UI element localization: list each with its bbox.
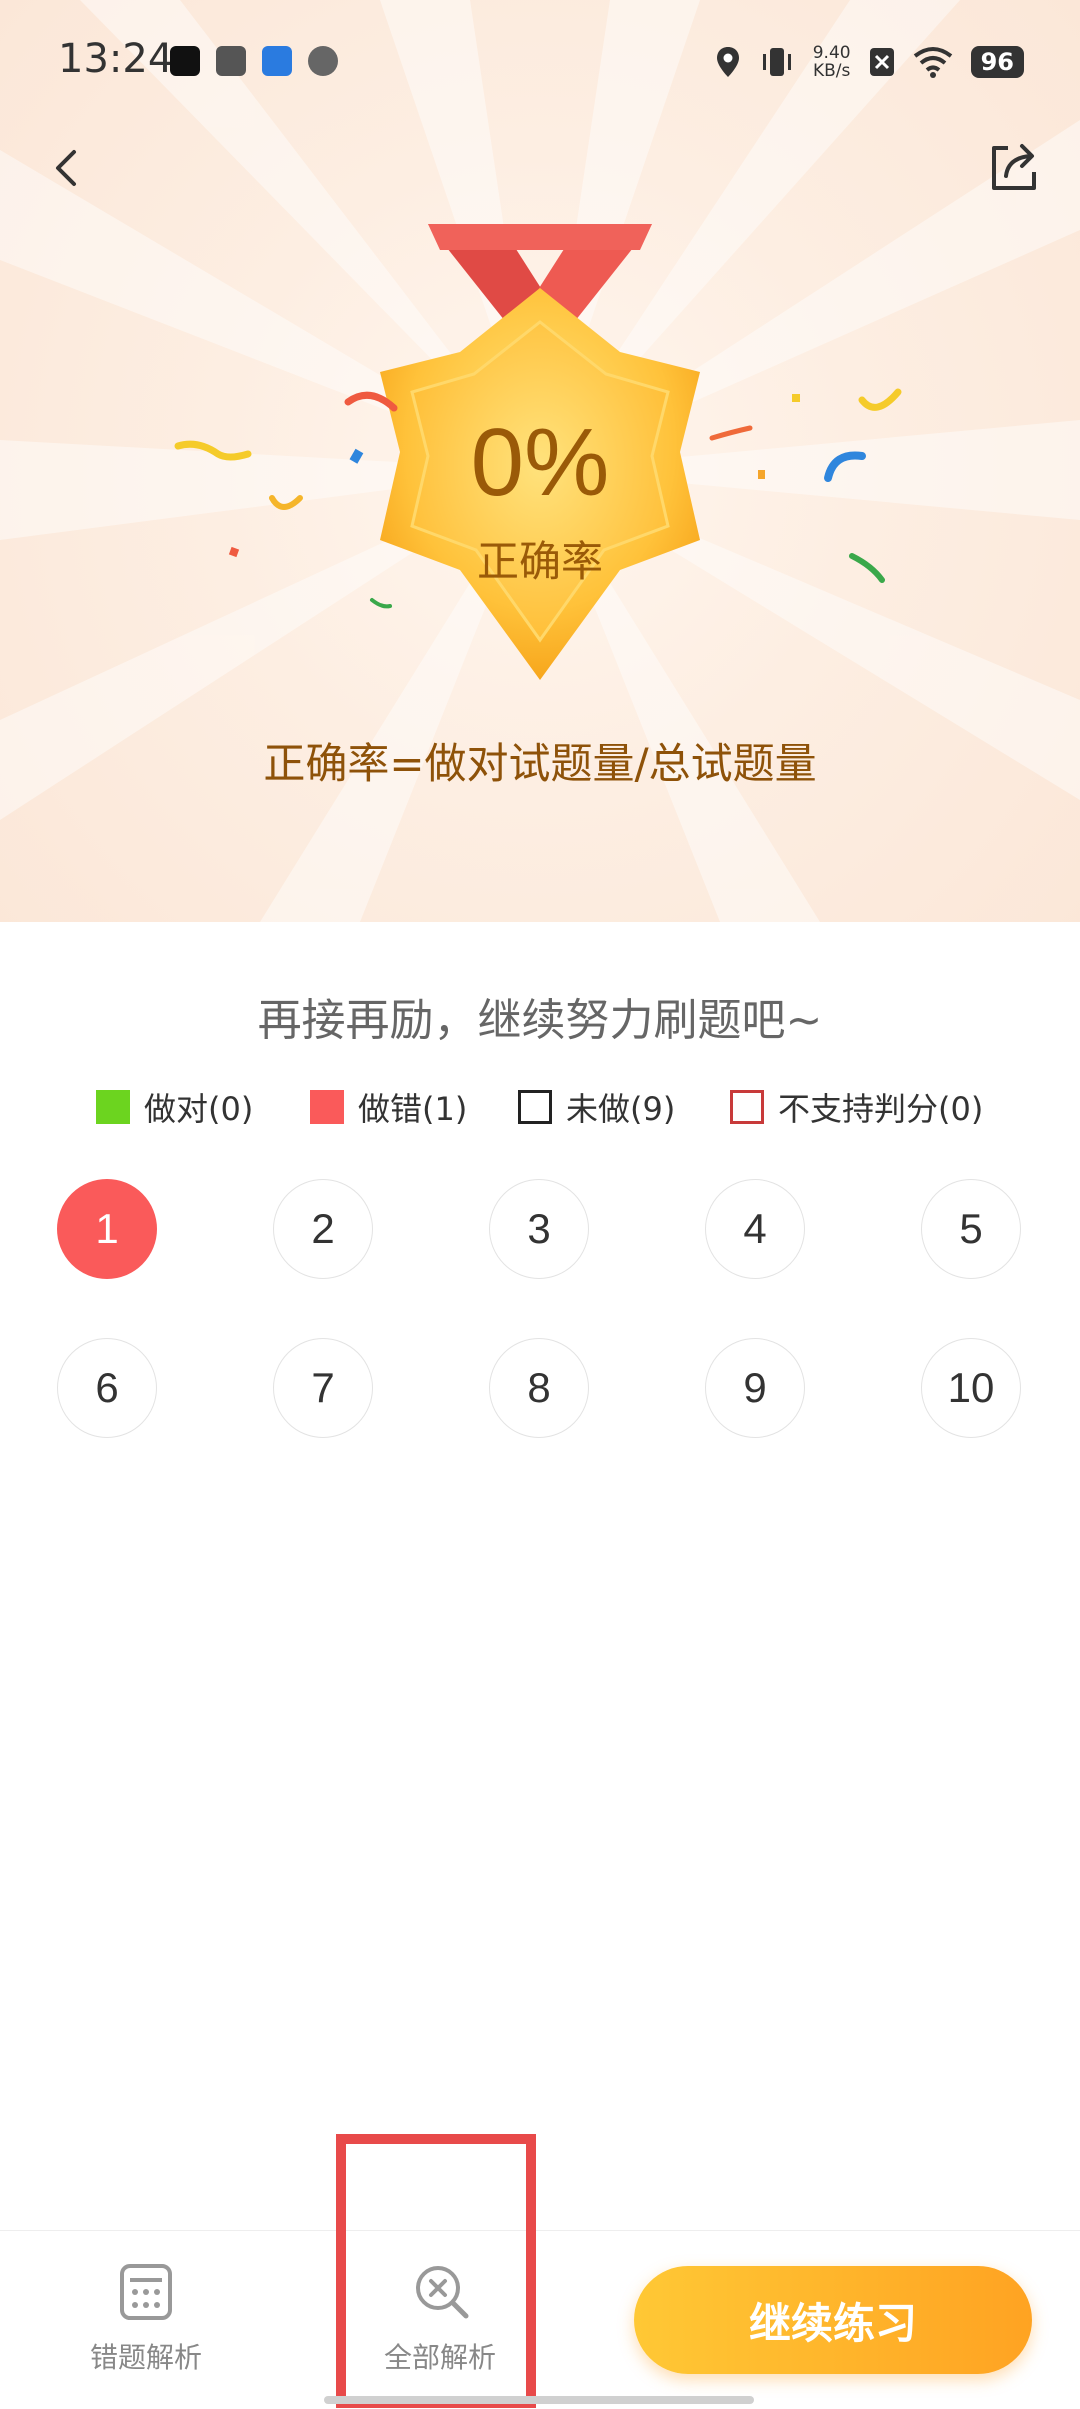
legend-unscored: 不支持判分(0) bbox=[730, 1083, 983, 1131]
legend-label-unscored: 不支持判分(0) bbox=[778, 1090, 984, 1128]
back-button[interactable] bbox=[40, 140, 96, 196]
vibrate-icon bbox=[762, 48, 791, 76]
location-icon bbox=[716, 47, 739, 77]
question-9[interactable]: 9 bbox=[705, 1338, 805, 1438]
bag-icon bbox=[216, 46, 246, 76]
app-badge-icon bbox=[262, 46, 292, 76]
continue-practice-button[interactable]: 继续练习 bbox=[634, 2266, 1032, 2374]
legend-swatch-unscored bbox=[730, 1090, 764, 1124]
share-button[interactable] bbox=[984, 138, 1044, 198]
legend-undone: 未做(9) bbox=[518, 1083, 675, 1131]
share-icon bbox=[992, 144, 1036, 190]
status-time: 13:24 bbox=[58, 36, 174, 82]
question-1[interactable]: 1 bbox=[57, 1179, 157, 1279]
accuracy-value: 0% bbox=[470, 409, 610, 516]
legend-wrong: 做错(1) bbox=[310, 1083, 467, 1131]
legend-label-undone: 未做(9) bbox=[566, 1090, 676, 1128]
sim-off-icon bbox=[869, 48, 894, 76]
home-indicator[interactable] bbox=[324, 2396, 754, 2404]
question-7[interactable]: 7 bbox=[273, 1338, 373, 1438]
legend-label-wrong: 做错(1) bbox=[358, 1090, 468, 1128]
question-2[interactable]: 2 bbox=[273, 1179, 373, 1279]
question-5[interactable]: 5 bbox=[921, 1179, 1021, 1279]
leaf-icon bbox=[308, 46, 338, 76]
accuracy-formula: 正确率=做对试题量/总试题量 bbox=[263, 739, 817, 788]
question-6[interactable]: 6 bbox=[57, 1338, 157, 1438]
status-bar: 13:24 9.40 KB/s 96 bbox=[0, 0, 1080, 128]
question-4[interactable]: 4 bbox=[705, 1179, 805, 1279]
question-8[interactable]: 8 bbox=[489, 1338, 589, 1438]
highlight-box bbox=[336, 2134, 536, 2408]
legend-correct: 做对(0) bbox=[96, 1083, 253, 1131]
tiktok-icon bbox=[170, 46, 200, 76]
encourage-text: 再接再励，继续努力刷题吧~ bbox=[257, 995, 823, 1046]
answer-legend: 做对(0) 做错(1) 未做(9) 不支持判分(0) bbox=[0, 1083, 1080, 1131]
question-10[interactable]: 10 bbox=[921, 1338, 1021, 1438]
legend-label-correct: 做对(0) bbox=[144, 1090, 254, 1128]
chevron-left-icon bbox=[56, 150, 76, 186]
network-speed: 9.40 KB/s bbox=[813, 44, 851, 80]
battery-level: 96 bbox=[970, 46, 1024, 78]
result-hero: 0% 正确率 正确率=做对试题量/总试题量 bbox=[0, 0, 1080, 922]
calculator-icon bbox=[120, 2264, 172, 2320]
wrong-analysis-label: 错题解析 bbox=[89, 2341, 202, 2374]
accuracy-label: 正确率 bbox=[476, 537, 603, 586]
legend-swatch-correct bbox=[96, 1090, 130, 1124]
legend-swatch-wrong bbox=[310, 1090, 344, 1124]
network-speed-value: 9.40 bbox=[812, 43, 851, 63]
network-speed-unit: KB/s bbox=[812, 61, 851, 81]
question-3[interactable]: 3 bbox=[489, 1179, 589, 1279]
legend-swatch-undone bbox=[518, 1090, 552, 1124]
wrong-analysis-tab[interactable]: 错题解析 bbox=[46, 2258, 246, 2378]
wifi-icon bbox=[913, 47, 952, 78]
